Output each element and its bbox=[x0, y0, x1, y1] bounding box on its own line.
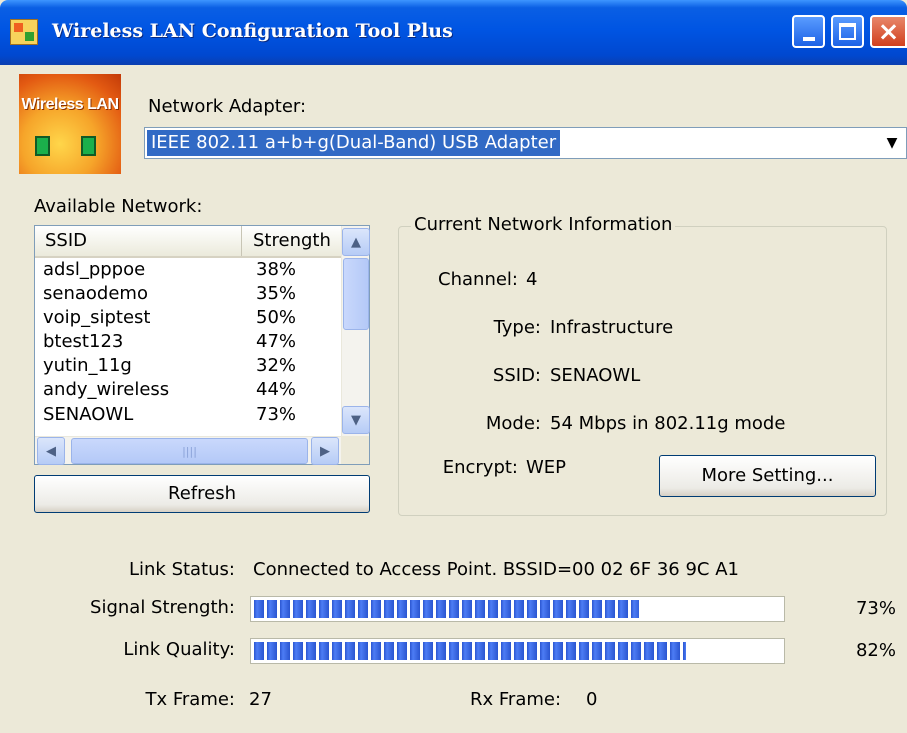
link-quality-fill bbox=[254, 642, 687, 660]
signal-strength-bar bbox=[250, 596, 785, 622]
maximize-icon bbox=[839, 23, 856, 40]
signal-strength-fill bbox=[254, 600, 639, 618]
minimize-icon bbox=[802, 36, 815, 41]
list-item[interactable]: senaodemo 35% bbox=[35, 282, 341, 306]
available-network-label: Available Network: bbox=[34, 196, 203, 217]
column-header-strength[interactable]: Strength bbox=[243, 226, 341, 256]
more-setting-button[interactable]: More Setting... bbox=[659, 455, 876, 497]
computer-icon bbox=[81, 136, 96, 156]
ssid-cell: btest123 bbox=[43, 331, 124, 352]
link-status-label: Link Status: bbox=[128, 559, 235, 580]
list-item[interactable]: andy_wireless 44% bbox=[35, 378, 341, 402]
horizontal-scrollbar[interactable]: ◀ |||| ▶ bbox=[35, 436, 341, 465]
rx-frame-value: 0 bbox=[586, 689, 598, 710]
list-item[interactable]: SENAOWL 73% bbox=[35, 403, 341, 427]
scrollbar-corner bbox=[341, 436, 369, 464]
ssid-value: SENAOWL bbox=[550, 365, 641, 386]
app-icon[interactable] bbox=[10, 19, 38, 45]
tx-frame-label: Tx Frame: bbox=[145, 689, 235, 710]
rx-frame-label: Rx Frame: bbox=[470, 689, 562, 710]
vertical-scroll-thumb[interactable] bbox=[343, 258, 369, 330]
close-button[interactable]: × bbox=[870, 15, 907, 48]
ssid-cell: SENAOWL bbox=[43, 404, 134, 425]
scroll-down-icon[interactable]: ▼ bbox=[342, 406, 370, 434]
ssid-cell: andy_wireless bbox=[43, 379, 170, 400]
column-header-ssid[interactable]: SSID bbox=[35, 226, 242, 256]
type-label: Type: bbox=[493, 317, 541, 338]
current-network-info-group: Current Network Information Channel: 4 T… bbox=[398, 214, 887, 516]
list-item[interactable]: voip_siptest 50% bbox=[35, 306, 341, 330]
strength-cell: 38% bbox=[256, 259, 297, 280]
network-list[interactable]: SSID Strength adsl_pppoe 38% senaodemo 3… bbox=[34, 225, 370, 465]
channel-label: Channel: bbox=[438, 269, 518, 290]
link-quality-percent: 82% bbox=[855, 640, 896, 661]
signal-strength-percent: 73% bbox=[855, 598, 896, 619]
ssid-cell: adsl_pppoe bbox=[43, 259, 146, 280]
strength-cell: 32% bbox=[256, 355, 297, 376]
vertical-scrollbar[interactable]: ▲ ▼ bbox=[341, 226, 370, 436]
scroll-up-icon[interactable]: ▲ bbox=[342, 228, 370, 256]
adapter-label: Network Adapter: bbox=[148, 96, 307, 117]
list-body: adsl_pppoe 38% senaodemo 35% voip_siptes… bbox=[35, 258, 341, 436]
channel-value: 4 bbox=[526, 269, 538, 290]
mode-value: 54 Mbps in 802.11g mode bbox=[550, 413, 786, 434]
mode-label: Mode: bbox=[485, 413, 541, 434]
list-header: SSID Strength bbox=[35, 226, 341, 258]
close-icon: × bbox=[877, 16, 900, 47]
scroll-right-icon[interactable]: ▶ bbox=[311, 437, 339, 465]
dropdown-arrow-icon[interactable]: ▼ bbox=[878, 128, 906, 158]
wireless-lan-logo: Wireless LAN bbox=[19, 74, 121, 174]
adapter-selected-value: IEEE 802.11 a+b+g(Dual-Band) USB Adapter bbox=[147, 130, 561, 156]
refresh-button[interactable]: Refresh bbox=[34, 475, 370, 513]
group-title: Current Network Information bbox=[411, 214, 676, 235]
list-item[interactable]: yutin_11g 32% bbox=[35, 354, 341, 378]
link-quality-bar bbox=[250, 638, 785, 664]
strength-cell: 50% bbox=[256, 307, 297, 328]
signal-strength-label: Signal Strength: bbox=[90, 597, 235, 618]
ssid-cell: senaodemo bbox=[43, 283, 148, 304]
horizontal-scroll-thumb[interactable]: |||| bbox=[71, 438, 308, 464]
encrypt-label: Encrypt: bbox=[442, 457, 518, 478]
adapter-dropdown[interactable]: IEEE 802.11 a+b+g(Dual-Band) USB Adapter… bbox=[144, 127, 907, 159]
ssid-label: SSID: bbox=[492, 365, 541, 386]
strength-cell: 35% bbox=[256, 283, 297, 304]
list-item[interactable]: btest123 47% bbox=[35, 330, 341, 354]
scroll-left-icon[interactable]: ◀ bbox=[37, 437, 65, 465]
type-value: Infrastructure bbox=[550, 317, 674, 338]
logo-text: Wireless LAN bbox=[21, 96, 120, 113]
list-item[interactable]: adsl_pppoe 38% bbox=[35, 258, 341, 282]
strength-cell: 73% bbox=[256, 404, 297, 425]
strength-cell: 44% bbox=[256, 379, 297, 400]
ssid-cell: yutin_11g bbox=[43, 355, 132, 376]
encrypt-value: WEP bbox=[526, 457, 567, 478]
title-bar[interactable]: Wireless LAN Configuration Tool Plus × bbox=[0, 0, 907, 65]
computer-icon bbox=[35, 136, 50, 156]
maximize-button[interactable] bbox=[831, 15, 864, 48]
strength-cell: 47% bbox=[256, 331, 297, 352]
tx-frame-value: 27 bbox=[249, 689, 272, 710]
link-status-value: Connected to Access Point. BSSID=00 02 6… bbox=[253, 559, 739, 580]
window-title: Wireless LAN Configuration Tool Plus bbox=[52, 20, 453, 42]
ssid-cell: voip_siptest bbox=[43, 307, 151, 328]
link-quality-label: Link Quality: bbox=[123, 639, 235, 660]
minimize-button[interactable] bbox=[792, 15, 825, 48]
